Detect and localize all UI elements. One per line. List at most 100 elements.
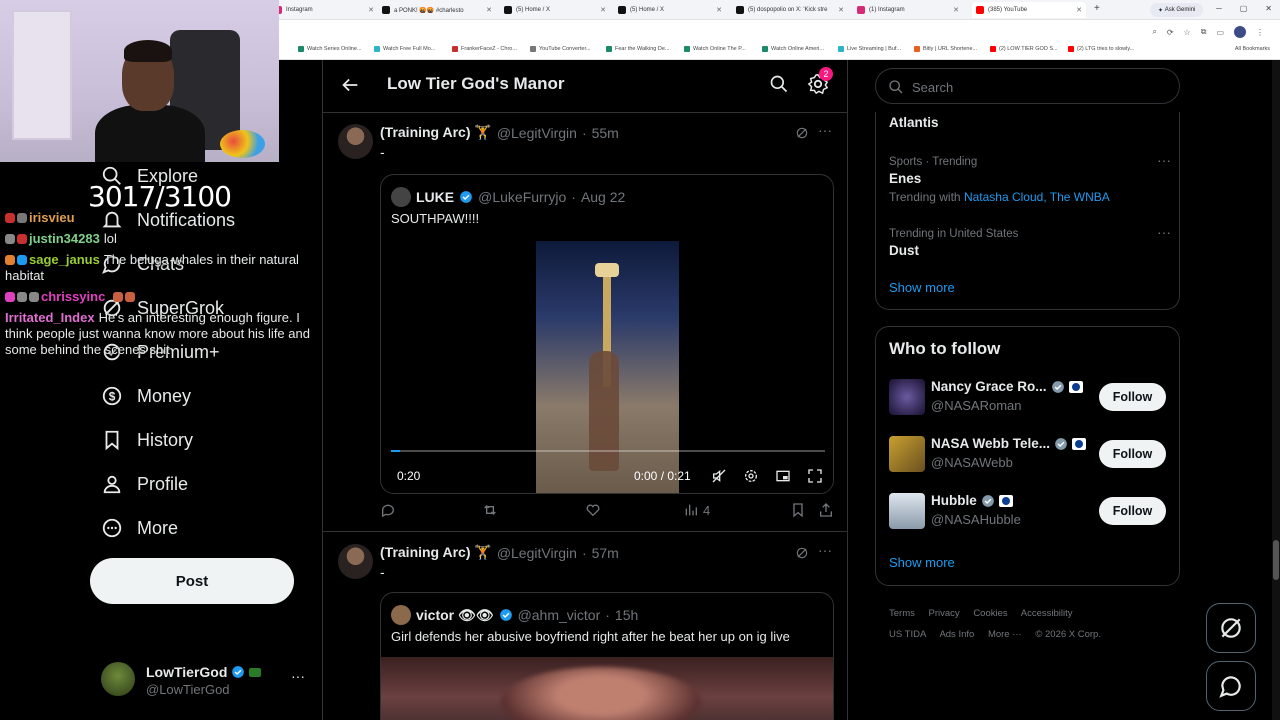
like-button[interactable] xyxy=(585,502,601,518)
close-tab-icon[interactable]: ✕ xyxy=(953,6,959,14)
more-options-icon[interactable]: ··· xyxy=(1157,224,1171,240)
video-player[interactable]: 0:20 0:00 / 0:21 xyxy=(381,241,833,493)
avatar[interactable] xyxy=(338,544,373,579)
nav-item-profile[interactable]: Profile xyxy=(101,468,188,500)
bookmark-item[interactable]: Watch Series Online... xyxy=(298,46,362,52)
footer-link[interactable]: Ads Info xyxy=(939,629,974,640)
trend-item[interactable]: Atlantis xyxy=(889,112,939,130)
scrollbar-thumb[interactable] xyxy=(1273,540,1279,580)
show-more-link[interactable]: Show more xyxy=(889,280,955,295)
close-tab-icon[interactable]: ✕ xyxy=(368,6,374,14)
share-button[interactable] xyxy=(818,502,834,518)
trend-with-links[interactable]: Natasha Cloud, The WNBA xyxy=(964,190,1110,204)
show-more-link[interactable]: Show more xyxy=(889,555,955,570)
messages-fab[interactable] xyxy=(1206,661,1256,711)
video-player[interactable] xyxy=(381,657,833,720)
bookmark-item[interactable]: (2) LTG tries to slowly... xyxy=(1068,46,1134,52)
all-bookmarks[interactable]: All Bookmarks xyxy=(1235,46,1270,52)
author-handle[interactable]: @LegitVirgin xyxy=(497,545,577,561)
extensions-icon[interactable]: ⧉ xyxy=(1201,27,1207,37)
menu-icon[interactable]: ⋮ xyxy=(1256,28,1264,37)
post-button[interactable]: Post xyxy=(90,558,294,604)
bookmark-button[interactable] xyxy=(790,502,806,518)
close-tab-icon[interactable]: ✕ xyxy=(486,6,492,14)
close-tab-icon[interactable]: ✕ xyxy=(1076,6,1082,14)
search-input[interactable] xyxy=(912,75,1162,99)
footer-link[interactable]: Privacy xyxy=(929,608,960,619)
close-tab-icon[interactable]: ✕ xyxy=(716,6,722,14)
maximize-icon[interactable]: ▢ xyxy=(1240,4,1248,13)
minimize-icon[interactable]: ─ xyxy=(1216,4,1222,13)
more-options-icon[interactable]: ··· xyxy=(291,668,305,684)
repost-button[interactable] xyxy=(482,502,498,518)
settings-icon[interactable] xyxy=(743,468,759,484)
bookmark-item[interactable]: Bitly | URL Shortene... xyxy=(914,46,977,52)
follow-suggestion[interactable]: NASA Webb Tele... @NASAWebb Follow xyxy=(889,434,1169,474)
post-time[interactable]: 55m xyxy=(592,125,619,141)
trend-item[interactable]: Sports · Trending Enes Trending with Nat… xyxy=(889,152,1171,204)
browser-tab[interactable]: a PONK! 🤬🤬 #charlesto ✕ xyxy=(378,2,496,18)
reply-button[interactable] xyxy=(380,502,396,518)
bookmark-item[interactable]: Watch Free Full Mo... xyxy=(374,46,435,52)
browser-tab[interactable]: (5) Home / X ✕ xyxy=(614,2,726,18)
views-button[interactable]: 4 xyxy=(683,502,710,518)
nav-item-history[interactable]: History xyxy=(101,424,193,456)
sidepanel-icon[interactable]: ▭ xyxy=(1216,28,1224,37)
footer-link[interactable]: Cookies xyxy=(973,608,1007,619)
quoted-post[interactable]: victor 👁👁 @ahm_victor · 15h Girl defends… xyxy=(380,592,834,720)
mute-icon[interactable] xyxy=(711,468,727,484)
footer-link[interactable]: Accessibility xyxy=(1021,608,1073,619)
author-name[interactable]: (Training Arc) 🏋 xyxy=(380,544,492,561)
grok-icon[interactable] xyxy=(795,546,809,560)
video-progress-bar[interactable] xyxy=(391,450,825,452)
follow-suggestion[interactable]: Nancy Grace Ro... @NASARoman Follow xyxy=(889,377,1169,417)
trend-item[interactable]: Trending in United States Dust ··· xyxy=(889,224,1171,258)
post-time[interactable]: 57m xyxy=(592,545,619,561)
new-tab-button[interactable]: + xyxy=(1094,3,1100,14)
bookmark-item[interactable]: Live Streaming | Buf... xyxy=(838,46,901,52)
bookmark-item[interactable]: Fear the Walking De... xyxy=(606,46,670,52)
browser-tab[interactable]: (5) Home / X ✕ xyxy=(500,2,610,18)
follow-button[interactable]: Follow xyxy=(1099,440,1166,468)
follow-button[interactable]: Follow xyxy=(1099,497,1166,525)
profile-avatar[interactable] xyxy=(1234,26,1246,38)
browser-tab-active[interactable]: (385) YouTube ✕ xyxy=(972,2,1086,18)
author-handle[interactable]: @LegitVirgin xyxy=(497,125,577,141)
back-arrow-icon[interactable] xyxy=(339,74,361,96)
star-icon[interactable]: ☆ xyxy=(1184,28,1191,37)
bookmark-item[interactable]: YouTube Converter... xyxy=(530,46,591,52)
avatar[interactable] xyxy=(338,124,373,159)
post[interactable]: (Training Arc) 🏋 @LegitVirgin · 57m ··· … xyxy=(323,534,847,720)
follow-suggestion[interactable]: Hubble @NASAHubble Follow xyxy=(889,491,1169,531)
nav-item-more[interactable]: More xyxy=(101,512,178,544)
more-options-icon[interactable]: ··· xyxy=(818,122,832,138)
scrollbar[interactable] xyxy=(1272,60,1280,720)
more-options-icon[interactable]: ··· xyxy=(1157,152,1171,168)
post[interactable]: (Training Arc) 🏋 @LegitVirgin · 55m ··· … xyxy=(323,114,847,532)
more-options-icon[interactable]: ··· xyxy=(818,542,832,558)
pip-icon[interactable] xyxy=(775,468,791,484)
account-switcher[interactable]: LowTierGod @LowTierGod ··· xyxy=(101,660,311,700)
close-window-icon[interactable]: ✕ xyxy=(1265,4,1272,13)
bookmark-item[interactable]: Watch Online The P... xyxy=(684,46,746,52)
bookmark-item[interactable]: (2) LOW TIER GOD S... xyxy=(990,46,1058,52)
footer-link[interactable]: US TIDA xyxy=(889,629,926,640)
browser-tab[interactable]: (1) Instagram ✕ xyxy=(853,2,963,18)
search-box[interactable] xyxy=(875,68,1180,104)
grok-icon[interactable] xyxy=(795,126,809,140)
bookmark-item[interactable]: Watch Online Ameri... xyxy=(762,46,824,52)
browser-tab[interactable]: Instagram ✕ xyxy=(270,2,378,18)
zoom-icon[interactable]: ⌕ xyxy=(1152,27,1156,37)
fullscreen-icon[interactable] xyxy=(807,468,823,484)
author-name[interactable]: (Training Arc) 🏋 xyxy=(380,124,492,141)
search-icon[interactable] xyxy=(769,74,789,94)
footer-link[interactable]: Terms xyxy=(889,608,915,619)
close-tab-icon[interactable]: ✕ xyxy=(838,6,844,14)
reload-icon[interactable]: ⟳ xyxy=(1167,28,1174,37)
close-tab-icon[interactable]: ✕ xyxy=(600,6,606,14)
browser-tab[interactable]: (5) dospopolio on X: 'Kick stre ✕ xyxy=(732,2,848,18)
grok-fab[interactable] xyxy=(1206,603,1256,653)
footer-link[interactable]: More ··· xyxy=(988,629,1022,640)
quoted-post[interactable]: LUKE @LukeFurryjo · Aug 22 SOUTHPAW!!!! … xyxy=(380,174,834,494)
nav-item-money[interactable]: $ Money xyxy=(101,380,191,412)
